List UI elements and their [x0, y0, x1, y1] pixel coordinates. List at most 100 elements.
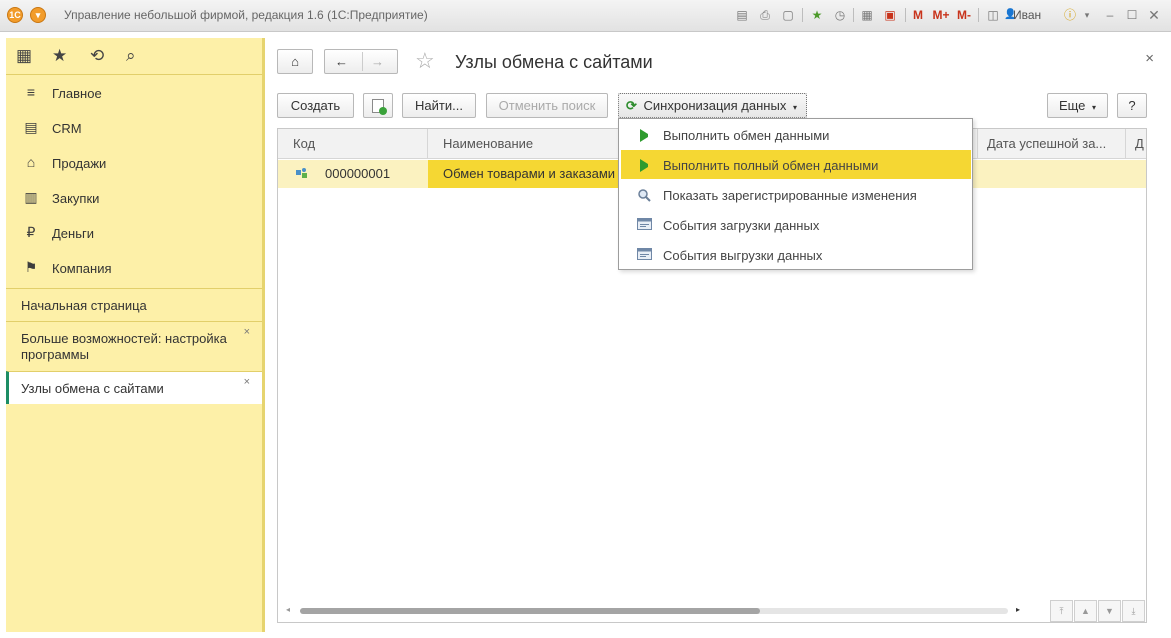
history-icon[interactable]: ⟲ — [90, 46, 104, 66]
sidebar-item-label: Главное — [52, 86, 102, 101]
apps-grid-icon[interactable]: ▦ — [16, 46, 32, 66]
info-dropdown-icon[interactable]: ▾ — [1082, 7, 1092, 23]
scroll-to-bottom-icon[interactable]: ⤓ — [1122, 600, 1145, 622]
sync-dropdown-menu: Выполнить обмен данными Выполнить полный… — [618, 118, 973, 270]
exchange-node-icon — [295, 167, 309, 181]
play-icon — [640, 159, 654, 172]
copy-document-icon — [372, 99, 387, 115]
sections-panel: ▦ ★ ⟲ ⌕ ≡ Главное ▤ CRM ⌂ Продажи ▥ Заку… — [6, 38, 265, 632]
home-button[interactable]: ⌂ — [277, 49, 313, 74]
events-icon — [637, 218, 652, 231]
close-window-icon[interactable]: ✕ — [1147, 7, 1161, 23]
favorites-star-icon[interactable]: ★ — [52, 46, 67, 66]
menu-item-import-events[interactable]: События загрузки данных — [619, 210, 972, 239]
sidebar-toolbar: ▦ ★ ⟲ ⌕ — [6, 38, 262, 75]
user-name[interactable]: Иван — [1013, 8, 1041, 22]
open-window-label: Начальная страница — [21, 298, 147, 313]
print-icon[interactable]: ⎙ — [758, 7, 772, 23]
sidebar-item-label: CRM — [52, 121, 82, 136]
menu-item-run-exchange[interactable]: Выполнить обмен данными — [619, 120, 972, 149]
cell-name: Обмен товарами и заказами — [428, 160, 618, 188]
copy-button[interactable] — [363, 93, 393, 118]
column-header-last-success-date[interactable]: Дата успешной за... — [978, 129, 1126, 159]
scroll-right-icon[interactable]: ▸ — [1016, 605, 1020, 614]
memory-subtract-button[interactable]: M- — [955, 7, 973, 23]
cart-icon: ▥ — [24, 189, 38, 205]
menu-item-label: Показать зарегистрированные изменения — [663, 188, 917, 203]
page-up-icon[interactable]: ▲ — [1074, 600, 1097, 622]
page-title: Узлы обмена с сайтами — [455, 52, 653, 72]
toolbar-separator — [905, 8, 906, 22]
back-arrow-icon[interactable]: ← — [335, 50, 348, 73]
magnifier-icon — [637, 188, 651, 202]
menu-lines-icon: ≡ — [26, 84, 36, 100]
calendar-icon[interactable]: ▣ — [883, 7, 897, 23]
window-title: Управление небольшой фирмой, редакция 1.… — [64, 8, 428, 22]
menu-item-label: События загрузки данных — [663, 218, 820, 233]
panels-icon[interactable]: ◫ — [985, 7, 1001, 23]
column-header-code[interactable]: Код — [278, 129, 428, 159]
title-bar: 1С ▾ Управление небольшой фирмой, редакц… — [0, 0, 1171, 32]
maximize-icon[interactable]: ☐ — [1125, 7, 1139, 23]
toolbar-separator — [853, 8, 854, 22]
sidebar-item-money[interactable]: ₽ Деньги — [6, 215, 262, 250]
open-window-more-features[interactable]: Больше возможностей: настройка программы… — [6, 321, 262, 371]
more-button-label: Еще — [1058, 98, 1086, 113]
close-form-icon[interactable]: × — [1145, 50, 1154, 67]
open-window-home[interactable]: Начальная страница — [6, 288, 262, 321]
find-button[interactable]: Найти... — [402, 93, 476, 118]
sidebar-item-sales[interactable]: ⌂ Продажи — [6, 145, 262, 180]
chevron-down-icon: ▾ — [792, 103, 797, 112]
toolbar-separator — [978, 8, 979, 22]
play-icon — [640, 129, 654, 142]
sidebar-item-main[interactable]: ≡ Главное — [6, 75, 262, 110]
sidebar-item-label: Закупки — [52, 191, 100, 206]
sidebar-item-label: Продажи — [52, 156, 107, 171]
sidebar-item-crm[interactable]: ▤ CRM — [6, 110, 262, 145]
menu-item-show-changes[interactable]: Показать зарегистрированные изменения — [619, 180, 972, 209]
flag-icon: ⚑ — [24, 259, 38, 275]
sync-data-button[interactable]: ⟳ Синхронизация данных ▾ — [618, 93, 807, 118]
create-button[interactable]: Создать — [277, 93, 354, 118]
column-header-next[interactable]: Д — [1126, 129, 1146, 159]
preview-icon[interactable]: ▢ — [781, 7, 795, 23]
help-button[interactable]: ? — [1117, 93, 1147, 118]
toolbar-separator — [802, 8, 803, 22]
cell-code: 000000001 — [325, 166, 391, 181]
scroll-left-icon[interactable]: ◂ — [286, 605, 290, 614]
scroll-to-top-icon[interactable]: ⤒ — [1050, 600, 1073, 622]
memory-button[interactable]: M — [912, 7, 924, 23]
open-window-exchange-nodes[interactable]: Узлы обмена с сайтами × — [6, 371, 262, 404]
open-window-label: Больше возможностей: настройка программы — [21, 331, 227, 362]
info-icon[interactable]: ⓘ — [1062, 7, 1078, 23]
cancel-search-button[interactable]: Отменить поиск — [486, 93, 608, 118]
more-button[interactable]: Еще ▾ — [1047, 93, 1108, 118]
save-icon[interactable]: ▤ — [735, 7, 749, 23]
page-down-icon[interactable]: ▼ — [1098, 600, 1121, 622]
menu-item-export-events[interactable]: События выгрузки данных — [619, 240, 972, 269]
app-logo-icon[interactable]: 1С — [7, 7, 23, 23]
favorites-icon[interactable]: ★ — [809, 7, 825, 23]
forward-arrow-icon[interactable]: → — [371, 50, 384, 73]
close-tab-icon[interactable]: × — [244, 376, 250, 388]
memory-add-button[interactable]: M+ — [932, 7, 950, 23]
favorite-star-icon[interactable]: ☆ — [415, 48, 435, 74]
sidebar-item-company[interactable]: ⚑ Компания — [6, 250, 262, 285]
sync-icon: ⟳ — [626, 98, 637, 113]
search-icon[interactable]: ⌕ — [126, 46, 136, 66]
close-tab-icon[interactable]: × — [244, 326, 250, 338]
sidebar-item-label: Деньги — [52, 226, 94, 241]
crm-icon: ▤ — [24, 119, 38, 135]
sidebar-item-purchases[interactable]: ▥ Закупки — [6, 180, 262, 215]
horizontal-scrollbar[interactable]: ◂ ▸ — [286, 603, 1026, 617]
history-icon[interactable]: ◷ — [833, 7, 847, 23]
basket-icon: ⌂ — [26, 154, 36, 170]
minimize-icon[interactable]: – — [1104, 7, 1116, 23]
scroll-thumb[interactable] — [300, 608, 760, 614]
calculator-icon[interactable]: ▦ — [860, 7, 874, 23]
menu-item-run-full-exchange[interactable]: Выполнить полный обмен данными — [621, 150, 971, 179]
ruble-icon: ₽ — [26, 224, 36, 240]
chevron-down-icon: ▾ — [1092, 103, 1097, 112]
main-menu-icon[interactable]: ▾ — [30, 7, 46, 23]
open-window-label: Узлы обмена с сайтами — [21, 381, 164, 396]
